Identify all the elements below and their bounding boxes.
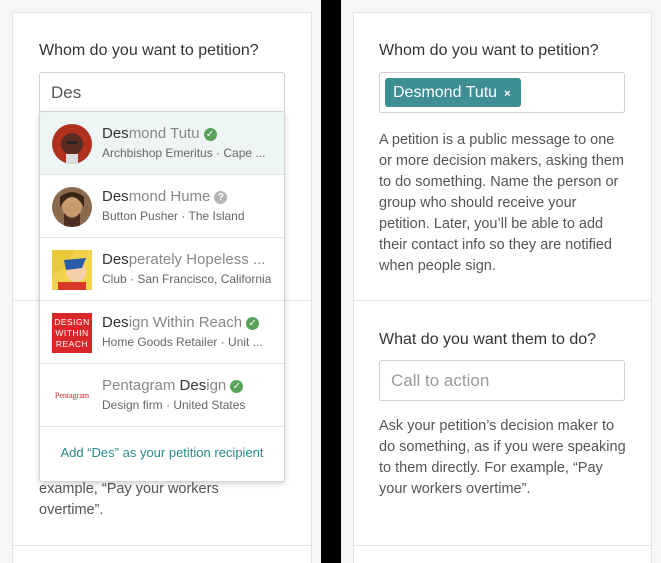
close-icon[interactable]: × xyxy=(504,88,510,100)
recipient-search-input[interactable]: Des xyxy=(39,72,285,113)
recipient-token[interactable]: Desmond Tutu × xyxy=(385,78,521,107)
suggestion-name: Design Within Reach ✓ xyxy=(102,314,260,331)
next-card xyxy=(12,545,312,563)
question-circle-icon: ? xyxy=(214,191,228,204)
suggestion-desperately-hopeless[interactable]: Desperately Hopeless ... Club · San Fran… xyxy=(40,238,284,301)
suggestion-design-within-reach[interactable]: DESIGN WITHIN REACH Design Within Reach ✓… xyxy=(40,301,284,364)
suggestion-subtitle: Archbishop Emeritus · Cape ... xyxy=(102,146,266,160)
suggestion-desmond-tutu[interactable]: Desmond Tutu ✓ Archbishop Emeritus · Cape… xyxy=(40,112,284,175)
suggestion-desmond-hume[interactable]: Desmond Hume? Button Pusher · The Island xyxy=(40,175,284,238)
suggestion-name: Desmond Tutu ✓ xyxy=(102,125,217,142)
call-to-action-input[interactable]: Call to action xyxy=(379,360,625,401)
right-panel: Whom do you want to petition? Desmond Tu… xyxy=(341,0,661,563)
suggestion-subtitle: Club · San Francisco, California xyxy=(102,272,272,286)
check-circle-icon: ✓ xyxy=(230,380,244,393)
recipient-card: Whom do you want to petition? Desmond Tu… xyxy=(353,12,652,301)
next-card xyxy=(353,545,652,563)
action-help-partial: example, “Pay your workers overtime”. xyxy=(39,481,219,518)
recipient-question: Whom do you want to petition? xyxy=(39,42,259,59)
recipient-question: Whom do you want to petition? xyxy=(379,42,599,59)
suggestion-name: Desmond Hume? xyxy=(102,188,228,205)
suggestion-subtitle: Design firm · United States xyxy=(102,398,246,412)
avatar xyxy=(52,250,92,290)
check-circle-icon: ✓ xyxy=(246,317,260,330)
recipient-suggestions-dropdown: Desmond Tutu ✓ Archbishop Emeritus · Cape… xyxy=(39,111,285,482)
suggestion-name: Desperately Hopeless ... xyxy=(102,251,266,268)
recipient-help-text: A petition is a public message to one or… xyxy=(379,132,624,274)
add-recipient-link[interactable]: Add “Des” as your petition recipient xyxy=(40,445,284,460)
suggestion-subtitle: Home Goods Retailer · Unit ... xyxy=(102,335,263,349)
avatar xyxy=(52,124,92,164)
action-help-text: Ask your petition’s decision maker to do… xyxy=(379,418,626,497)
recipient-token-input[interactable]: Desmond Tutu × xyxy=(379,72,625,113)
check-circle-icon: ✓ xyxy=(203,128,217,141)
avatar: Pentagram xyxy=(52,376,92,416)
action-question: What do you want them to do? xyxy=(379,331,597,348)
avatar: DESIGN WITHIN REACH xyxy=(52,313,92,353)
dwr-logo: DESIGN WITHIN REACH xyxy=(54,317,90,349)
suggestion-pentagram-design[interactable]: Pentagram Pentagram Design ✓ Design firm … xyxy=(40,364,284,427)
suggestion-subtitle: Button Pusher · The Island xyxy=(102,209,245,223)
avatar xyxy=(52,187,92,227)
pentagram-logo: Pentagram xyxy=(54,391,90,400)
action-card: What do you want them to do? Call to act… xyxy=(353,300,652,546)
suggestion-name: Pentagram Design ✓ xyxy=(102,377,244,394)
